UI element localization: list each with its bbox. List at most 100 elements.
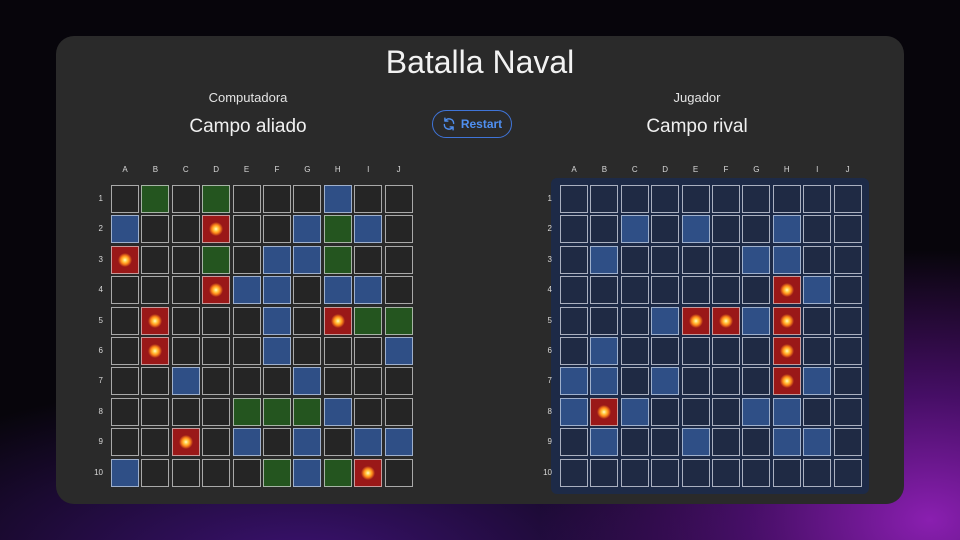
grid-cell-j9[interactable]: [833, 428, 862, 457]
grid-cell-d4[interactable]: [651, 276, 680, 305]
grid-cell-g1[interactable]: [742, 185, 771, 213]
grid-cell-a10[interactable]: [560, 458, 588, 487]
grid-cell-d5-miss[interactable]: [651, 306, 680, 335]
grid-cell-i4-miss[interactable]: [803, 276, 832, 305]
grid-cell-c6[interactable]: [620, 337, 649, 365]
grid-cell-e5-hit[interactable]: [681, 306, 710, 335]
grid-cell-i2[interactable]: [803, 215, 832, 244]
grid-cell-a8-miss[interactable]: [560, 397, 588, 426]
grid-cell-b5[interactable]: [590, 306, 619, 335]
grid-cell-b1[interactable]: [590, 185, 619, 213]
grid-cell-h6-hit[interactable]: [772, 337, 801, 365]
grid-cell-h4-hit[interactable]: [772, 276, 801, 305]
grid-cell-b7-miss[interactable]: [590, 367, 619, 396]
grid-cell-g2[interactable]: [742, 215, 771, 244]
grid-cell-a1[interactable]: [560, 185, 588, 213]
grid-cell-h8-miss[interactable]: [772, 397, 801, 426]
grid-cell-d2[interactable]: [651, 215, 680, 244]
grid-cell-a4[interactable]: [560, 276, 588, 305]
grid-cell-g10[interactable]: [742, 458, 771, 487]
grid-cell-f9[interactable]: [712, 428, 740, 457]
grid-cell-f10[interactable]: [712, 458, 740, 487]
grid-cell-h7-hit[interactable]: [772, 367, 801, 396]
grid-cell-b4[interactable]: [590, 276, 619, 305]
grid-cell-d1[interactable]: [651, 185, 680, 213]
grid-cell-i10[interactable]: [803, 458, 832, 487]
grid-cell-c8-miss[interactable]: [620, 397, 649, 426]
grid-cell-i7-miss[interactable]: [803, 367, 832, 396]
restart-button[interactable]: Restart: [432, 110, 512, 138]
grid-cell-i3[interactable]: [803, 245, 832, 274]
grid-cell-c7[interactable]: [620, 367, 649, 396]
grid-cell-f4[interactable]: [712, 276, 740, 305]
grid-cell-j3[interactable]: [833, 245, 862, 274]
grid-cell-g3-miss[interactable]: [742, 245, 771, 274]
grid-cell-e8[interactable]: [681, 397, 710, 426]
grid-cell-i8[interactable]: [803, 397, 832, 426]
grid-cell-g5-miss[interactable]: [742, 306, 771, 335]
grid-cell-c10[interactable]: [620, 458, 649, 487]
grid-cell-b6-miss[interactable]: [590, 337, 619, 365]
grid-cell-b3-miss[interactable]: [590, 245, 619, 274]
grid-cell-d6[interactable]: [651, 337, 680, 365]
grid-cell-j6[interactable]: [833, 337, 862, 365]
grid-cell-g9[interactable]: [742, 428, 771, 457]
grid-cell-a5[interactable]: [560, 306, 588, 335]
grid-cell-h10[interactable]: [772, 458, 801, 487]
grid-cell-c5[interactable]: [620, 306, 649, 335]
grid-cell-b2[interactable]: [590, 215, 619, 244]
grid-cell-j7[interactable]: [833, 367, 862, 396]
grid-cell-f6[interactable]: [712, 337, 740, 365]
grid-cell-e7[interactable]: [681, 367, 710, 396]
grid-cell-c1[interactable]: [620, 185, 649, 213]
grid-cell-d3[interactable]: [651, 245, 680, 274]
grid-cell-a3[interactable]: [560, 245, 588, 274]
grid-cell-h5-hit[interactable]: [772, 306, 801, 335]
grid-cell-d10[interactable]: [651, 458, 680, 487]
grid-cell-j2[interactable]: [833, 215, 862, 244]
grid-cell-d8[interactable]: [651, 397, 680, 426]
grid-cell-e1[interactable]: [681, 185, 710, 213]
grid-cell-j1[interactable]: [833, 185, 862, 213]
grid-cell-j8[interactable]: [833, 397, 862, 426]
grid-cell-i6[interactable]: [803, 337, 832, 365]
grid-cell-h1[interactable]: [772, 185, 801, 213]
grid-cell-a7-miss[interactable]: [560, 367, 588, 396]
grid-cell-a6[interactable]: [560, 337, 588, 365]
grid-cell-e3[interactable]: [681, 245, 710, 274]
grid-cell-f5-hit[interactable]: [712, 306, 740, 335]
grid-cell-i9-miss[interactable]: [803, 428, 832, 457]
grid-cell-a9[interactable]: [560, 428, 588, 457]
grid-cell-e2-miss[interactable]: [681, 215, 710, 244]
grid-cell-f8[interactable]: [712, 397, 740, 426]
grid-cell-e10[interactable]: [681, 458, 710, 487]
grid-cell-f3[interactable]: [712, 245, 740, 274]
grid-cell-i1[interactable]: [803, 185, 832, 213]
grid-cell-g6[interactable]: [742, 337, 771, 365]
grid-cell-f2[interactable]: [712, 215, 740, 244]
grid-cell-f7[interactable]: [712, 367, 740, 396]
grid-cell-c3[interactable]: [620, 245, 649, 274]
grid-cell-i5[interactable]: [803, 306, 832, 335]
grid-cell-e6[interactable]: [681, 337, 710, 365]
grid-cell-c2-miss[interactable]: [620, 215, 649, 244]
grid-cell-c4[interactable]: [620, 276, 649, 305]
grid-cell-e9-miss[interactable]: [681, 428, 710, 457]
grid-cell-d9[interactable]: [651, 428, 680, 457]
grid-cell-b10[interactable]: [590, 458, 619, 487]
grid-cell-b8-hit[interactable]: [590, 397, 619, 426]
grid-cell-e4[interactable]: [681, 276, 710, 305]
grid-cell-h2-miss[interactable]: [772, 215, 801, 244]
grid-cell-j5[interactable]: [833, 306, 862, 335]
grid-cell-d7-miss[interactable]: [651, 367, 680, 396]
grid-cell-f1[interactable]: [712, 185, 740, 213]
grid-cell-a2[interactable]: [560, 215, 588, 244]
grid-cell-g7[interactable]: [742, 367, 771, 396]
grid-cell-b9-miss[interactable]: [590, 428, 619, 457]
grid-cell-j4[interactable]: [833, 276, 862, 305]
grid-cell-j10[interactable]: [833, 458, 862, 487]
grid-cell-h3-miss[interactable]: [772, 245, 801, 274]
grid-cell-g4[interactable]: [742, 276, 771, 305]
grid-cell-g8-miss[interactable]: [742, 397, 771, 426]
grid-cell-h9-miss[interactable]: [772, 428, 801, 457]
